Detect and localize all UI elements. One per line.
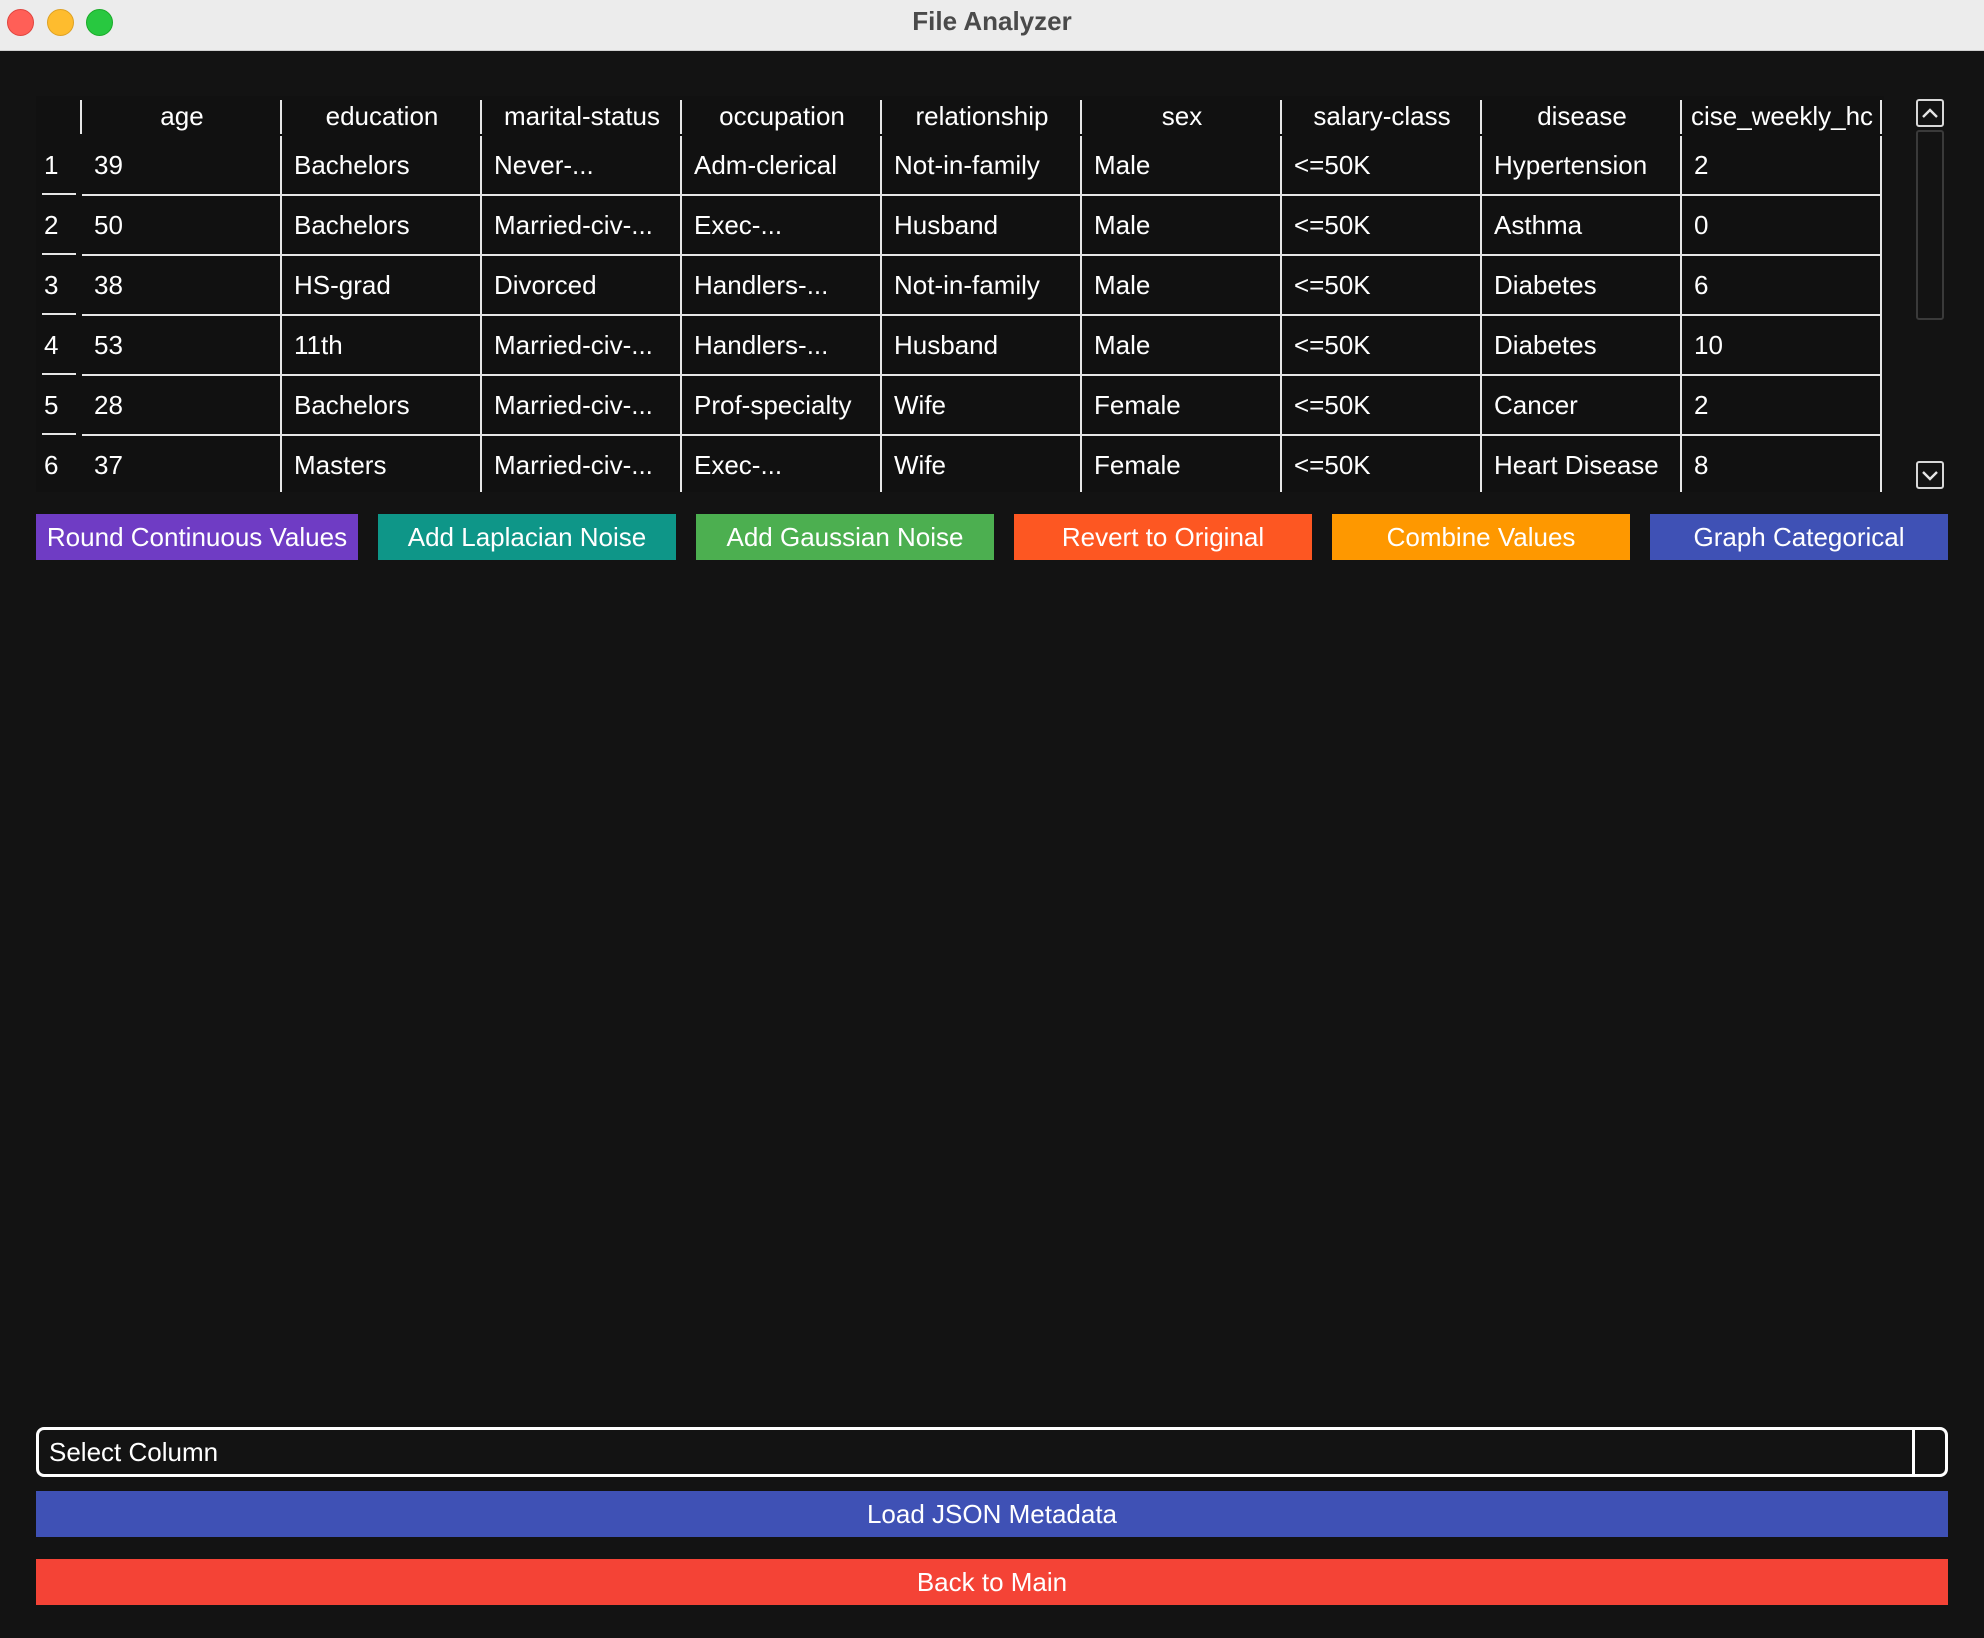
dropdown-arrow-area[interactable] — [1912, 1430, 1945, 1474]
column-header-sex[interactable]: sex — [1082, 96, 1282, 136]
table-cell[interactable]: Handlers-... — [682, 316, 882, 376]
row-number-divider — [42, 433, 76, 435]
table-cell[interactable]: 2 — [1682, 376, 1882, 436]
table-cell[interactable]: Married-civ-... — [482, 316, 682, 376]
table-cell[interactable]: Male — [1082, 316, 1282, 376]
column-header-cise_weekly_hc[interactable]: cise_weekly_hc — [1682, 96, 1882, 136]
table-cell[interactable]: Not-in-family — [882, 256, 1082, 316]
table-cell[interactable]: Husband — [882, 196, 1082, 256]
table-cell[interactable]: <=50K — [1282, 436, 1482, 492]
column-header-occupation[interactable]: occupation — [682, 96, 882, 136]
table-cell[interactable]: Female — [1082, 436, 1282, 492]
table-cell[interactable]: Hypertension — [1482, 136, 1682, 196]
table-cell[interactable]: Cancer — [1482, 376, 1682, 436]
table-cell[interactable]: 50 — [82, 196, 282, 256]
row-number-divider — [42, 313, 76, 315]
table-cell[interactable]: 28 — [82, 376, 282, 436]
table-cell[interactable]: Bachelors — [282, 376, 482, 436]
table-cell[interactable]: 8 — [1682, 436, 1882, 492]
table-cell[interactable]: <=50K — [1282, 316, 1482, 376]
table-cell[interactable]: Masters — [282, 436, 482, 492]
back-to-main-button[interactable]: Back to Main — [36, 1559, 1948, 1605]
vertical-scrollbar-track[interactable] — [1916, 130, 1944, 320]
select-column-label: Select Column — [49, 1437, 219, 1467]
table-cell[interactable]: <=50K — [1282, 136, 1482, 196]
row-number: 4 — [44, 330, 59, 360]
table-cell[interactable]: Diabetes — [1482, 316, 1682, 376]
load-json-metadata-button[interactable]: Load JSON Metadata — [36, 1491, 1948, 1537]
table-cell[interactable]: Female — [1082, 376, 1282, 436]
column-header-education[interactable]: education — [282, 96, 482, 136]
table-cell[interactable]: Asthma — [1482, 196, 1682, 256]
table-cell[interactable]: Prof-specialty — [682, 376, 882, 436]
table-cell[interactable]: 6 — [1682, 256, 1882, 316]
table-cell[interactable]: Exec-... — [682, 196, 882, 256]
table-cell[interactable]: Diabetes — [1482, 256, 1682, 316]
select-column-dropdown[interactable]: Select Column — [36, 1427, 1948, 1477]
scroll-up-button[interactable] — [1916, 99, 1944, 127]
row-number-divider — [42, 253, 76, 255]
row-number: 5 — [44, 390, 59, 420]
round-continuous-values-button[interactable]: Round Continuous Values — [36, 514, 358, 560]
column-header-marital-status[interactable]: marital-status — [482, 96, 682, 136]
table-cell[interactable]: Bachelors — [282, 136, 482, 196]
header-separator — [1880, 100, 1882, 134]
row-number: 6 — [44, 450, 59, 480]
table-cell[interactable]: 10 — [1682, 316, 1882, 376]
row-number-divider — [42, 373, 76, 375]
table-cell[interactable]: Wife — [882, 436, 1082, 492]
row-number: 2 — [44, 210, 59, 240]
table-cell[interactable]: Bachelors — [282, 196, 482, 256]
table-cell[interactable]: 38 — [82, 256, 282, 316]
graph-categorical-button[interactable]: Graph Categorical — [1650, 514, 1948, 560]
table-cell[interactable]: Never-... — [482, 136, 682, 196]
table-cell[interactable]: 37 — [82, 436, 282, 492]
scroll-down-button[interactable] — [1916, 461, 1944, 489]
table-cell[interactable]: Male — [1082, 256, 1282, 316]
table-cell[interactable]: 39 — [82, 136, 282, 196]
data-table: age education marital-status occupation rela… — [36, 96, 1884, 492]
table-cell[interactable]: <=50K — [1282, 376, 1482, 436]
table-cell[interactable]: <=50K — [1282, 196, 1482, 256]
table-cell[interactable]: Handlers-... — [682, 256, 882, 316]
table-cell[interactable]: Married-civ-... — [482, 376, 682, 436]
table-cell[interactable]: Not-in-family — [882, 136, 1082, 196]
table-cell[interactable]: 2 — [1682, 136, 1882, 196]
window-titlebar: File Analyzer — [0, 0, 1984, 51]
table-cell[interactable]: HS-grad — [282, 256, 482, 316]
table-cell[interactable]: Husband — [882, 316, 1082, 376]
table-cell[interactable]: 11th — [282, 316, 482, 376]
table-cell[interactable]: 53 — [82, 316, 282, 376]
table-cell[interactable]: Adm-clerical — [682, 136, 882, 196]
table-cell[interactable]: Male — [1082, 196, 1282, 256]
table-cell[interactable]: Wife — [882, 376, 1082, 436]
table-cell[interactable]: <=50K — [1282, 256, 1482, 316]
row-number: 1 — [44, 150, 59, 180]
table-cell[interactable]: Male — [1082, 136, 1282, 196]
column-header-salary-class[interactable]: salary-class — [1282, 96, 1482, 136]
column-header-disease[interactable]: disease — [1482, 96, 1682, 136]
add-gaussian-noise-button[interactable]: Add Gaussian Noise — [696, 514, 994, 560]
table-cell[interactable]: Exec-... — [682, 436, 882, 492]
table-cell[interactable]: Married-civ-... — [482, 436, 682, 492]
column-header-age[interactable]: age — [82, 96, 282, 136]
add-laplacian-noise-button[interactable]: Add Laplacian Noise — [378, 514, 676, 560]
chevron-up-icon — [1922, 108, 1938, 118]
table-cell[interactable]: Heart Disease — [1482, 436, 1682, 492]
table-cell[interactable]: Divorced — [482, 256, 682, 316]
table-cell[interactable]: Married-civ-... — [482, 196, 682, 256]
revert-to-original-button[interactable]: Revert to Original — [1014, 514, 1312, 560]
table-cell[interactable]: 0 — [1682, 196, 1882, 256]
column-header-relationship[interactable]: relationship — [882, 96, 1082, 136]
chevron-down-icon — [1922, 471, 1938, 481]
row-number: 3 — [44, 270, 59, 300]
row-number-divider — [42, 193, 76, 195]
window-title: File Analyzer — [912, 6, 1072, 36]
combine-values-button[interactable]: Combine Values — [1332, 514, 1630, 560]
